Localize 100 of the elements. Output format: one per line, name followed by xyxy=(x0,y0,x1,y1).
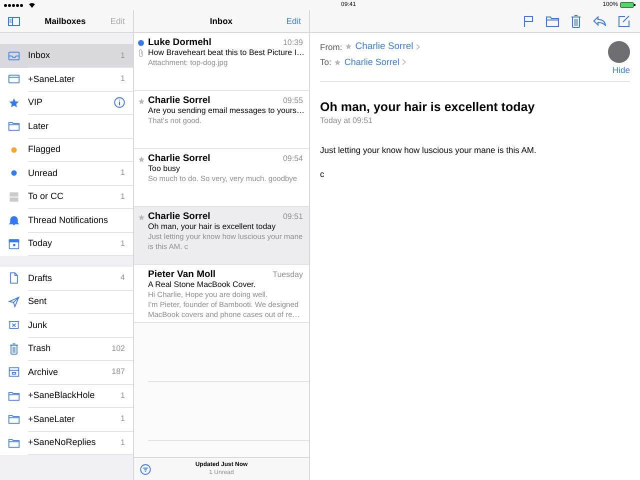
mailbox-item[interactable]: Today 1 xyxy=(0,232,133,256)
star-icon xyxy=(8,96,20,109)
unread-count: 1 xyxy=(120,438,125,447)
sender-name: Luke Dormehl xyxy=(148,38,212,48)
inbox-title: Inbox xyxy=(210,16,232,26)
mailbox-label: To or CC xyxy=(28,191,65,202)
chevron-icon xyxy=(402,59,406,65)
wifi-icon xyxy=(29,2,35,8)
sidebar-toggle-icon[interactable] xyxy=(8,16,20,26)
info-icon[interactable] xyxy=(114,96,125,108)
message-subject: Oh man, your hair is excellent today xyxy=(148,222,277,232)
calendar-icon xyxy=(8,238,20,250)
document-icon xyxy=(8,272,20,284)
filter-icon[interactable] xyxy=(140,464,151,474)
unread-count: 1 xyxy=(120,74,125,84)
avatar-circle xyxy=(608,41,630,63)
mailbox-item[interactable]: +SaneLater 1 xyxy=(0,68,133,91)
recipient-link[interactable]: Charlie Sorrel xyxy=(344,57,400,67)
mailbox-item[interactable]: Sent xyxy=(0,290,133,314)
unread-count: 1 xyxy=(120,168,125,178)
paper-plane-icon xyxy=(8,296,20,308)
unread-count: 1 xyxy=(120,390,125,400)
mailbox-label: Thread Notifications xyxy=(28,214,110,225)
mailbox-item[interactable]: Later xyxy=(0,114,133,138)
signal-icon xyxy=(4,4,23,6)
bell-icon xyxy=(8,214,20,226)
to-label: To: xyxy=(320,57,332,67)
tray-icon xyxy=(8,73,20,86)
message-time: Tuesday xyxy=(272,270,303,280)
cc-list-icon xyxy=(8,190,20,203)
message-time: 09:51 xyxy=(282,212,303,222)
trash-icon xyxy=(8,342,20,355)
mailbox-item[interactable]: Unread 1 xyxy=(0,162,133,185)
inbox-icon xyxy=(8,50,20,62)
mailbox-label: Flagged xyxy=(28,144,62,154)
message-time: 10:39 xyxy=(282,38,303,48)
mailbox-item[interactable]: +SaneLater 1 xyxy=(0,408,133,431)
sender-name: Charlie Sorrel xyxy=(148,96,210,106)
archive-box-icon xyxy=(8,366,20,378)
flag-icon[interactable] xyxy=(523,15,534,27)
unread-count: 4 xyxy=(120,273,125,282)
folder-icon[interactable] xyxy=(546,16,559,26)
trash-icon[interactable] xyxy=(571,14,581,28)
unread-count: 1 xyxy=(120,192,125,201)
email-date: Today at 09:51 xyxy=(320,116,374,125)
folder-icon xyxy=(8,390,20,402)
star-icon xyxy=(345,43,352,50)
sender-name: Charlie Sorrel xyxy=(148,154,210,164)
hide-button[interactable]: Hide xyxy=(612,65,630,75)
unread-count: 1 xyxy=(120,50,125,60)
mailbox-item[interactable]: Flagged xyxy=(0,138,133,162)
mailbox-item[interactable]: +SaneBlackHole 1 xyxy=(0,384,133,408)
edit-button[interactable]: Edit xyxy=(286,16,301,26)
mailbox-label: Today xyxy=(28,238,54,248)
mailbox-item[interactable]: Thread Notifications xyxy=(0,208,133,232)
sender-name: Charlie Sorrel xyxy=(148,212,210,222)
mailbox-item[interactable]: To or CC 1 xyxy=(0,185,133,208)
message-subject: Too busy xyxy=(148,164,182,174)
email-body-text: Just letting your know how luscious your mane is this AM. xyxy=(320,145,538,155)
mailbox-label: +SaneNoReplies xyxy=(28,437,97,448)
mailbox-label: Drafts xyxy=(28,272,54,283)
mailbox-label: +SaneLater xyxy=(28,74,76,84)
mailbox-label: +SaneLater xyxy=(28,414,76,424)
message-subject: Are you sending email messages to yours… xyxy=(148,106,303,116)
mailbox-item[interactable]: Junk xyxy=(0,314,133,337)
mailbox-item[interactable]: Drafts 4 xyxy=(0,266,133,290)
message-subject: A Real Stone MacBook Cover. xyxy=(148,280,257,290)
mailbox-label: Archive xyxy=(28,366,60,377)
star-icon xyxy=(334,58,342,66)
mailbox-item[interactable]: VIP xyxy=(0,91,133,114)
unread-count: 187 xyxy=(112,367,125,376)
unread-count: 1 xyxy=(120,414,125,424)
mailbox-item[interactable]: Inbox 1 xyxy=(0,44,133,68)
mailbox-label: VIP xyxy=(28,97,44,108)
mailbox-item[interactable]: Archive 187 xyxy=(0,360,133,384)
mailbox-label: Unread xyxy=(28,168,59,178)
mailbox-label: Later xyxy=(28,120,50,131)
mailbox-item[interactable]: +SaneNoReplies 1 xyxy=(0,431,133,454)
email-body-text: c xyxy=(320,169,326,179)
reply-icon[interactable] xyxy=(593,16,606,26)
mailbox-label: Inbox xyxy=(28,50,52,60)
folder-icon xyxy=(8,413,20,426)
mailbox-label: Sent xyxy=(28,296,48,306)
junk-box-icon xyxy=(8,319,20,332)
folder-icon xyxy=(8,120,20,132)
mailbox-label: +SaneBlackHole xyxy=(28,390,96,400)
battery-icon xyxy=(620,2,636,8)
sender-link[interactable]: Charlie Sorrel xyxy=(355,41,414,52)
unread-count: 1 xyxy=(120,238,125,248)
compose-icon[interactable] xyxy=(618,15,630,27)
unread-count: 102 xyxy=(112,344,125,353)
message-time: 09:55 xyxy=(282,96,303,106)
sidebar-title: Mailboxes xyxy=(44,16,86,26)
message-time: 09:54 xyxy=(282,154,303,164)
mailbox-label: Junk xyxy=(28,320,48,330)
mailbox-item[interactable]: Trash 102 xyxy=(0,337,133,360)
message-subject: How Braveheart beat this to Best Picture I… xyxy=(148,48,303,58)
chevron-icon xyxy=(416,44,420,50)
email-subject: Oh man, your hair is excellent today xyxy=(320,100,536,114)
folder-icon xyxy=(8,436,20,449)
